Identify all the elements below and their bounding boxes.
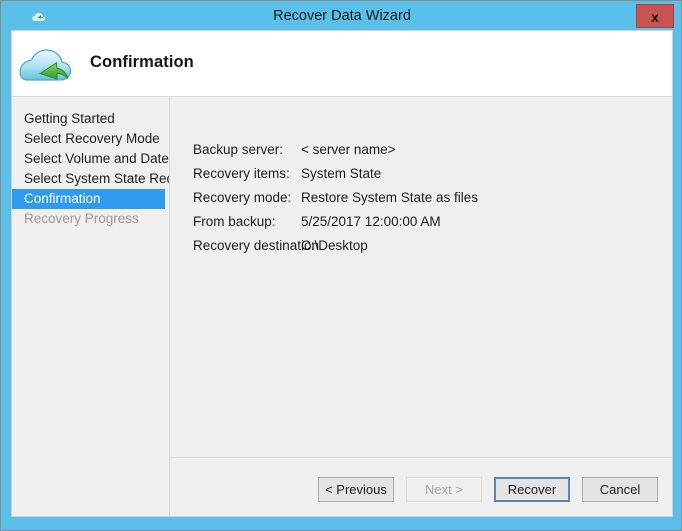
button-bar-separator (171, 457, 672, 458)
cancel-button[interactable]: Cancel (582, 477, 658, 502)
detail-row: Recovery items: System State (193, 161, 623, 185)
sidebar-item-confirmation[interactable]: Confirmation (12, 189, 165, 209)
detail-row: From backup: 5/25/2017 12:00:00 AM (193, 209, 623, 233)
recover-button[interactable]: Recover (494, 477, 570, 502)
detail-label: From backup: (193, 213, 276, 229)
detail-row: Recovery destination C:\Desktop (193, 233, 623, 257)
detail-label: Recovery destination (193, 237, 320, 253)
sidebar-item-getting-started[interactable]: Getting Started (12, 109, 169, 129)
sidebar-item-select-system-state-reco[interactable]: Select System State Reco... (12, 169, 169, 189)
detail-value: C:\Desktop (301, 237, 368, 253)
detail-row: Recovery mode: Restore System State as fi… (193, 185, 623, 209)
sidebar-item-recovery-progress: Recovery Progress (24, 211, 139, 226)
recover-data-wizard-window: Recover Data Wizard x Confirmation Getti… (0, 0, 682, 531)
previous-button[interactable]: < Previous (318, 477, 394, 502)
button-bar: < Previous Next > Recover Cancel (318, 477, 658, 502)
detail-row: Backup server: < server name> (193, 137, 623, 161)
detail-value: Restore System State as files (301, 189, 479, 205)
detail-value: < server name> (301, 141, 396, 157)
wizard-step-list: Getting Started Select Recovery Mode Selec… (12, 98, 170, 516)
title-bar: Recover Data Wizard x (2, 2, 681, 30)
detail-label: Backup server: (193, 141, 284, 157)
page-title: Confirmation (90, 53, 194, 71)
sidebar-item-select-volume-and-date[interactable]: Select Volume and Date (12, 149, 169, 169)
page-header: Confirmation (12, 31, 672, 97)
detail-label: Recovery items: (193, 165, 290, 181)
close-icon[interactable]: x (636, 4, 674, 28)
cloud-restore-icon (14, 39, 80, 87)
sidebar-item-select-recovery-mode[interactable]: Select Recovery Mode (12, 129, 169, 149)
dialog-client-area: Confirmation Getting Started Select Recov… (11, 30, 673, 517)
content-panel: Backup server: < server name> Recovery ite… (171, 98, 672, 516)
next-button: Next > (406, 477, 482, 502)
window-title: Recover Data Wizard (273, 8, 411, 24)
detail-value: 5/25/2017 12:00:00 AM (301, 213, 441, 229)
detail-label: Recovery mode: (193, 189, 292, 205)
detail-value: System State (301, 165, 382, 181)
confirmation-details: Backup server: < server name> Recovery ite… (193, 137, 623, 257)
